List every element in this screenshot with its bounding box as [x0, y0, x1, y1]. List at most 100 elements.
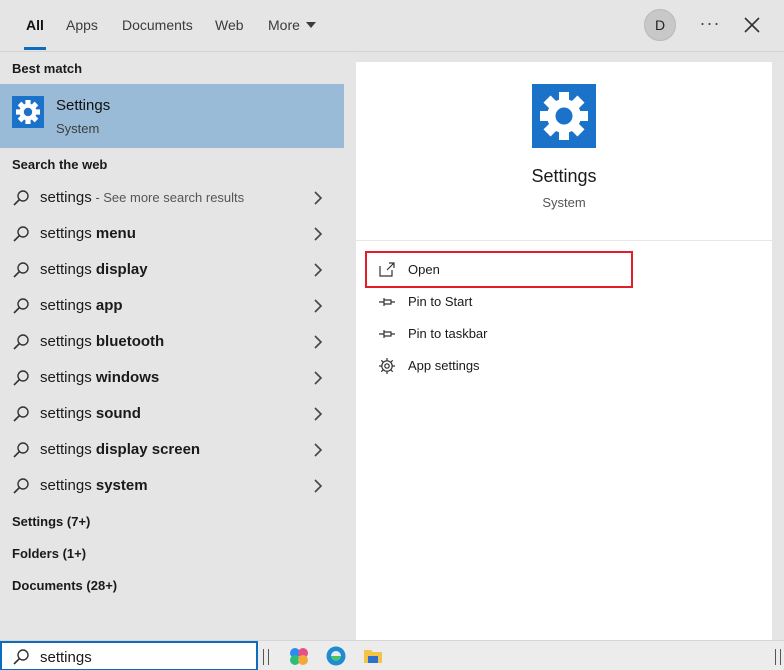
web-result-item[interactable]: settings display — [0, 252, 344, 288]
best-match-title: Settings — [56, 97, 111, 114]
web-result-suggestion: display — [95, 261, 148, 278]
tab-documents[interactable]: Documents — [122, 0, 193, 50]
web-result-text: settings display — [40, 261, 148, 278]
chevron-right-icon[interactable] — [312, 190, 324, 206]
taskbar-search-input[interactable]: settings — [0, 641, 258, 670]
web-result-item[interactable]: settings menu — [0, 216, 344, 252]
best-match-item[interactable]: Settings System — [0, 84, 344, 148]
tab-web[interactable]: Web — [215, 0, 244, 50]
app-settings-action[interactable]: App settings — [378, 352, 638, 380]
web-result-suggestion: app — [95, 297, 123, 314]
web-result-item[interactable]: settings bluetooth — [0, 324, 344, 360]
web-result-text: settings bluetooth — [40, 333, 164, 350]
chevron-right-icon[interactable] — [312, 334, 324, 350]
web-result-query: settings — [40, 405, 96, 422]
web-result-suggestion: bluetooth — [95, 333, 165, 350]
web-result-text: settings system — [40, 477, 148, 494]
web-result-query: settings — [40, 225, 96, 242]
category-settings[interactable]: Settings (7+) — [12, 514, 90, 529]
best-match-subtitle: System — [56, 121, 100, 136]
copilot-icon[interactable] — [288, 645, 310, 667]
results-pane: Best match Settings System Search the we… — [0, 52, 356, 640]
search-icon — [13, 442, 29, 458]
tab-more[interactable]: More — [268, 0, 316, 50]
pane-edge — [772, 62, 784, 640]
search-icon — [13, 478, 29, 494]
pin-icon — [379, 298, 395, 306]
category-folders[interactable]: Folders (1+) — [12, 546, 86, 561]
search-icon — [13, 649, 29, 665]
web-result-query: settings — [40, 477, 96, 494]
avatar[interactable]: D — [644, 9, 676, 41]
pin-to-start-label: Pin to Start — [408, 294, 473, 309]
web-result-query: settings — [40, 369, 96, 386]
chevron-right-icon[interactable] — [312, 406, 324, 422]
search-icon — [13, 262, 29, 278]
web-result-text: settings display screen — [40, 441, 200, 458]
chevron-right-icon[interactable] — [312, 442, 324, 458]
search-icon — [13, 334, 29, 350]
pin-icon — [379, 330, 395, 338]
tab-apps[interactable]: Apps — [66, 0, 98, 50]
best-match-heading: Best match — [12, 61, 83, 76]
detail-title: Settings — [531, 166, 597, 186]
web-result-item[interactable]: settings app — [0, 288, 344, 324]
web-result-suggestion: display screen — [95, 441, 201, 458]
search-web-heading: Search the web — [12, 157, 108, 172]
gear-icon — [379, 358, 395, 374]
web-result-suggestion: sound — [95, 405, 141, 422]
web-result-text: settings sound — [40, 405, 141, 422]
more-options-button[interactable]: ··· — [697, 12, 723, 38]
web-result-item[interactable]: settings display screen — [0, 432, 344, 468]
web-result-item[interactable]: settings sound — [0, 396, 344, 432]
search-query: settings — [40, 649, 92, 666]
web-result-suggestion: menu — [95, 225, 136, 242]
tab-more-label: More — [268, 17, 300, 33]
taskbar-divider — [263, 649, 269, 665]
chevron-right-icon[interactable] — [312, 298, 324, 314]
taskbar: settings — [0, 640, 784, 670]
web-result-text: settings windows — [40, 369, 159, 386]
chevron-right-icon[interactable] — [312, 370, 324, 386]
web-result-hint: - See more search results — [91, 190, 245, 205]
web-result-item[interactable]: settings - See more search results — [0, 180, 344, 216]
web-result-text: settings app — [40, 297, 123, 314]
app-settings-label: App settings — [408, 358, 480, 373]
web-result-item[interactable]: settings windows — [0, 360, 344, 396]
show-desktop-edge[interactable] — [775, 649, 781, 665]
chevron-right-icon[interactable] — [312, 226, 324, 242]
close-button[interactable] — [740, 12, 764, 38]
search-icon — [13, 406, 29, 422]
search-icon — [13, 298, 29, 314]
settings-app-large-icon — [532, 84, 596, 148]
chevron-down-icon — [305, 22, 316, 29]
web-result-suggestion: system — [95, 477, 148, 494]
web-result-query: settings — [40, 333, 96, 350]
close-icon — [744, 17, 760, 33]
web-result-query: settings — [40, 189, 92, 206]
search-tab-bar: All Apps Documents Web More D ··· — [0, 0, 784, 52]
open-highlight-box — [365, 251, 633, 288]
search-icon — [13, 190, 29, 206]
detail-subtitle: System — [542, 195, 586, 210]
settings-app-icon — [12, 96, 44, 128]
pin-to-start-action[interactable]: Pin to Start — [378, 288, 638, 316]
chevron-right-icon[interactable] — [312, 478, 324, 494]
web-result-query: settings — [40, 441, 96, 458]
detail-pane: Settings System Open Pin to Start Pin to… — [356, 62, 772, 640]
web-result-suggestion: windows — [95, 369, 160, 386]
web-result-text: settings menu — [40, 225, 136, 242]
chevron-right-icon[interactable] — [312, 262, 324, 278]
file-explorer-icon[interactable] — [362, 645, 384, 667]
web-result-item[interactable]: settings system — [0, 468, 344, 504]
tab-all[interactable]: All — [24, 0, 46, 50]
web-result-text: settings - See more search results — [40, 189, 244, 206]
category-documents[interactable]: Documents (28+) — [12, 578, 117, 593]
web-result-query: settings — [40, 261, 96, 278]
pin-to-taskbar-label: Pin to taskbar — [408, 326, 488, 341]
edge-icon[interactable] — [325, 645, 347, 667]
search-icon — [13, 226, 29, 242]
pin-to-taskbar-action[interactable]: Pin to taskbar — [378, 320, 638, 348]
search-icon — [13, 370, 29, 386]
web-result-query: settings — [40, 297, 96, 314]
